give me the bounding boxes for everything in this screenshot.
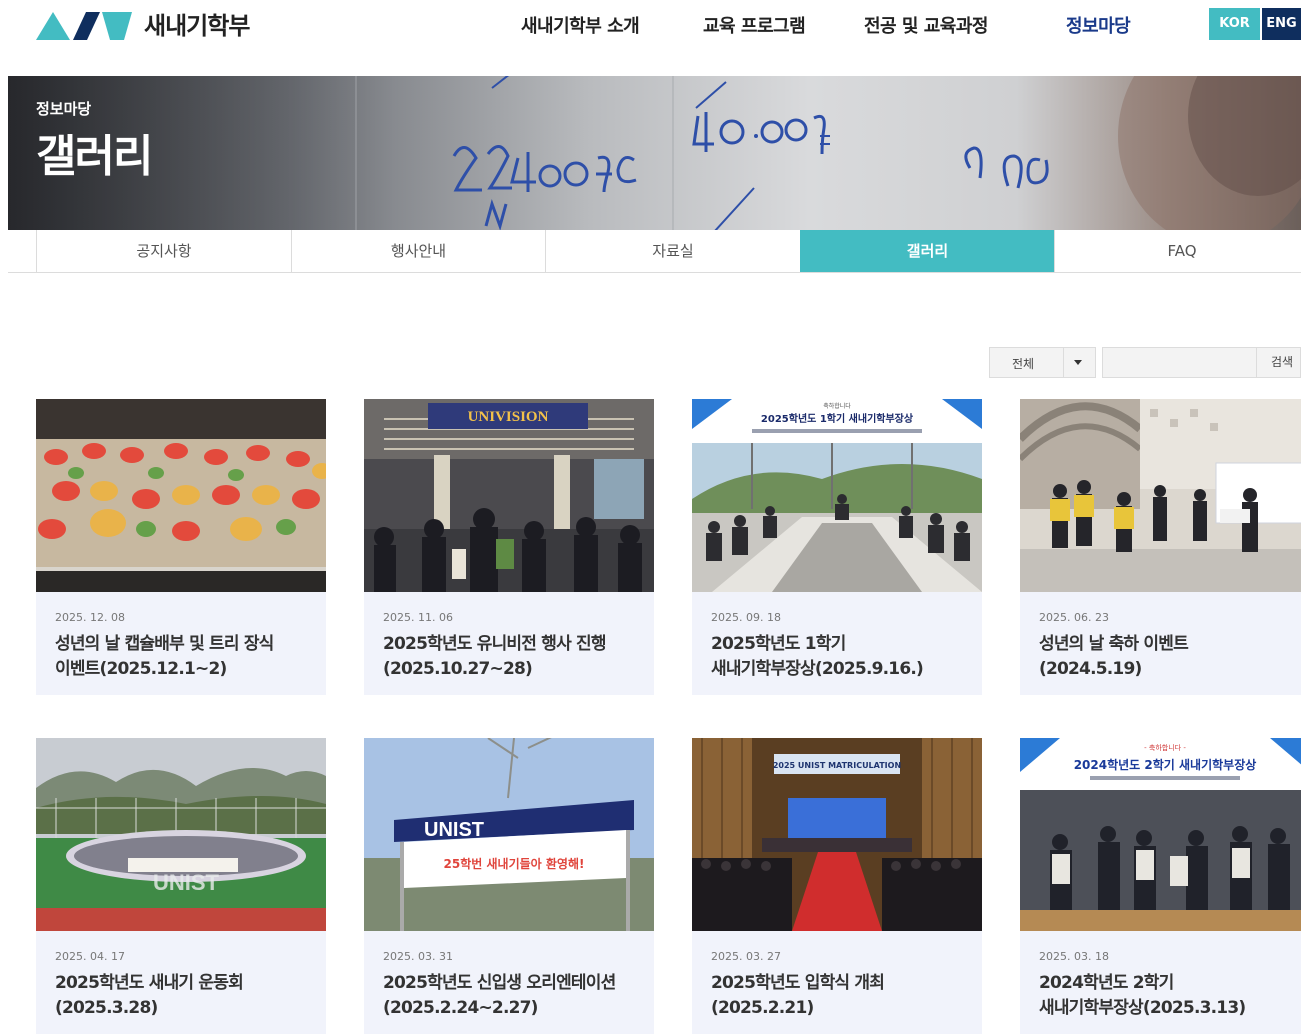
banner-subtitle: 정보마당 xyxy=(36,100,92,118)
card-date: 2025. 06. 23 xyxy=(1039,611,1109,624)
card-date: 2025. 04. 17 xyxy=(55,950,125,963)
gallery-thumbnail xyxy=(36,399,326,592)
tab-events[interactable]: 행사안내 xyxy=(291,230,545,272)
card-title-line: 2025학년도 유니비전 행사 진행 xyxy=(383,634,607,654)
tab-archive[interactable]: 자료실 xyxy=(545,230,800,272)
gallery-thumbnail: 축하합니다 2025학년도 1학기 새내기학부장상 xyxy=(692,399,982,592)
select-divider xyxy=(1063,348,1064,377)
welcome-banner-text: 25학번 새내기들아 환영해! xyxy=(444,856,585,871)
card-title-line: (2025.2.21) xyxy=(711,998,814,1018)
award-heading-text: 2024학년도 2학기 새내기학부장상 xyxy=(1074,757,1257,772)
gallery-thumbnail: UNIST 25학번 새내기들아 환영해! xyxy=(364,738,654,931)
gallery-card[interactable]: 2025. 06. 23 성년의 날 축하 이벤트 (2024.5.19) xyxy=(1020,399,1301,695)
award-heading-text: 2025학년도 1학기 새내기학부장상 xyxy=(761,412,914,425)
card-title-line: 새내기학부장상(2025.9.16.) xyxy=(711,659,924,679)
card-title-line: (2025.10.27~28) xyxy=(383,659,533,679)
univision-sign-text: UNIVISION xyxy=(468,409,549,425)
card-title-line: 성년의 날 축하 이벤트 xyxy=(1039,634,1189,654)
card-title: 성년의 날 캡슐배부 및 트리 장식 이벤트(2025.12.1~2) xyxy=(55,632,317,682)
card-title: 2025학년도 새내기 운동회 (2025.3.28) xyxy=(55,971,317,1021)
gallery-card[interactable]: UNIVISION 2025. 11. 06 2025학년도 유니비전 행사 진… xyxy=(364,399,654,695)
gallery-thumbnail: UNIST xyxy=(36,738,326,931)
logo-text: 새내기학부 xyxy=(144,11,250,40)
search-input[interactable] xyxy=(1102,347,1257,378)
award-top-text: 축하합니다 xyxy=(823,402,851,410)
card-title-line: 2025학년도 신입생 오리엔테이션 xyxy=(383,973,616,993)
tab-faq[interactable]: FAQ xyxy=(1054,230,1301,272)
card-date: 2025. 09. 18 xyxy=(711,611,781,624)
gallery-card[interactable]: - 축하합니다 - 2024학년도 2학기 새내기학부장상 2025. 03. … xyxy=(1020,738,1301,1034)
nav-item-intro[interactable]: 새내기학부 소개 xyxy=(521,12,640,38)
banner-whiteboard-image xyxy=(8,76,1301,230)
card-title: 2025학년도 유니비전 행사 진행 (2025.10.27~28) xyxy=(383,632,645,682)
gallery-card[interactable]: 2025 UNIST MATRICULATION 2025. 03. 27 20… xyxy=(692,738,982,1034)
card-date: 2025. 11. 06 xyxy=(383,611,453,624)
page-banner: 정보마당 갤러리 xyxy=(8,76,1301,230)
card-title: 2025학년도 1학기 새내기학부장상(2025.9.16.) xyxy=(711,632,973,682)
site-logo[interactable]: 새내기학부 xyxy=(36,6,250,40)
page-title: 갤러리 xyxy=(36,131,153,182)
gallery-card[interactable]: UNIST 2025. 04. 17 2025학년도 새내기 운동회 (2025… xyxy=(36,738,326,1034)
gallery-card[interactable]: 2025. 12. 08 성년의 날 캡슐배부 및 트리 장식 이벤트(2025… xyxy=(36,399,326,695)
chevron-down-icon xyxy=(1074,360,1082,365)
site-header: 새내기학부 새내기학부 소개 교육 프로그램 전공 및 교육과정 정보마당 KO… xyxy=(0,0,1301,76)
card-title-line: 이벤트(2025.12.1~2) xyxy=(55,659,227,679)
gallery-thumbnail: - 축하합니다 - 2024학년도 2학기 새내기학부장상 xyxy=(1020,738,1301,931)
tab-notice[interactable]: 공지사항 xyxy=(36,230,291,272)
unist-logo-text: UNIST xyxy=(424,819,484,841)
nav-item-info[interactable]: 정보마당 xyxy=(1066,12,1131,38)
logo-mark-icon xyxy=(36,12,132,40)
card-title-line: 성년의 날 캡슐배부 및 트리 장식 xyxy=(55,634,274,654)
card-date: 2025. 03. 27 xyxy=(711,950,781,963)
search-category-value: 전체 xyxy=(1012,357,1035,371)
card-title: 2024학년도 2학기 새내기학부장상(2025.3.13) xyxy=(1039,971,1301,1021)
card-title-line: (2025.2.24~2.27) xyxy=(383,998,538,1018)
card-title-line: (2024.5.19) xyxy=(1039,659,1142,679)
tab-gallery[interactable]: 갤러리 xyxy=(800,230,1054,272)
award-top-text: - 축하합니다 - xyxy=(1144,743,1186,752)
card-date: 2025. 03. 31 xyxy=(383,950,453,963)
card-title-line: 2025학년도 새내기 운동회 xyxy=(55,973,244,993)
gallery-thumbnail xyxy=(1020,399,1301,592)
nav-item-programs[interactable]: 교육 프로그램 xyxy=(703,12,806,38)
sub-tabs: 공지사항 행사안내 자료실 갤러리 FAQ xyxy=(8,230,1301,273)
lang-kor-button[interactable]: KOR xyxy=(1209,8,1260,40)
card-title-line: 2025학년도 1학기 xyxy=(711,634,846,654)
matriculation-screen-text: 2025 UNIST MATRICULATION xyxy=(773,761,901,770)
card-title: 성년의 날 축하 이벤트 (2024.5.19) xyxy=(1039,632,1301,682)
card-title-line: 새내기학부장상(2025.3.13) xyxy=(1039,998,1246,1018)
nav-item-curriculum[interactable]: 전공 및 교육과정 xyxy=(864,12,988,38)
gallery-card[interactable]: 축하합니다 2025학년도 1학기 새내기학부장상 2025. 09. 18 2… xyxy=(692,399,982,695)
card-date: 2025. 03. 18 xyxy=(1039,950,1109,963)
gallery-thumbnail: 2025 UNIST MATRICULATION xyxy=(692,738,982,931)
search-button[interactable]: 검색 xyxy=(1257,347,1301,378)
search-category-select[interactable]: 전체 xyxy=(989,347,1096,378)
card-title-line: 2024학년도 2학기 xyxy=(1039,973,1174,993)
card-title: 2025학년도 입학식 개최 (2025.2.21) xyxy=(711,971,973,1021)
field-text: UNIST xyxy=(153,870,220,895)
card-date: 2025. 12. 08 xyxy=(55,611,125,624)
card-title-line: (2025.3.28) xyxy=(55,998,158,1018)
lang-eng-button[interactable]: ENG xyxy=(1262,8,1301,40)
gallery-thumbnail: UNIVISION xyxy=(364,399,654,592)
gallery-card[interactable]: UNIST 25학번 새내기들아 환영해! 2025. 03. 31 2025학… xyxy=(364,738,654,1034)
card-title-line: 2025학년도 입학식 개최 xyxy=(711,973,885,993)
card-title: 2025학년도 신입생 오리엔테이션 (2025.2.24~2.27) xyxy=(383,971,645,1021)
